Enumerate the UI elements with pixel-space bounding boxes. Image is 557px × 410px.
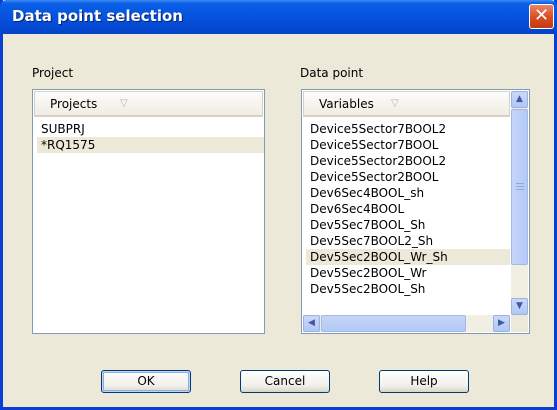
- datapoint-list-item[interactable]: Device5Sector7BOOL: [306, 137, 510, 153]
- variables-header-label: Variables: [319, 97, 374, 111]
- projects-column-header[interactable]: Projects ▽: [34, 91, 263, 117]
- chevron-down-icon[interactable]: ▼: [511, 298, 528, 315]
- help-button[interactable]: Help: [379, 370, 469, 393]
- variables-column-header[interactable]: Variables ▽: [303, 91, 510, 117]
- datapoint-list-item[interactable]: Dev6Sec4BOOL: [306, 201, 510, 217]
- horizontal-scrollbar-thumb[interactable]: [321, 315, 466, 332]
- chevron-up-icon[interactable]: ▲: [511, 91, 528, 108]
- datapoint-list-item[interactable]: Device5Sector2BOOL2: [306, 153, 510, 169]
- project-list[interactable]: Projects ▽ SUBPRJ *RQ1575: [32, 89, 265, 334]
- datapoint-list-item[interactable]: Dev6Sec4BOOL_sh: [306, 185, 510, 201]
- project-rows: SUBPRJ *RQ1575: [37, 121, 264, 153]
- project-label: Project: [32, 66, 74, 80]
- chevron-left-icon[interactable]: ◀: [303, 315, 320, 332]
- project-list-item[interactable]: *RQ1575: [37, 137, 264, 153]
- datapoint-list-item[interactable]: Dev5Sec2BOOL_Wr: [306, 265, 510, 281]
- sort-triangle-icon: ▽: [120, 98, 128, 109]
- datapoint-list-item[interactable]: Device5Sector7BOOL2: [306, 121, 510, 137]
- vertical-scrollbar[interactable]: ▲ ▼: [511, 91, 528, 315]
- ok-button[interactable]: OK: [101, 370, 191, 393]
- datapoint-list-item[interactable]: Dev5Sec7BOOL_Sh: [306, 217, 510, 233]
- scrollbar-corner: [511, 315, 528, 332]
- cancel-button[interactable]: Cancel: [240, 370, 330, 393]
- datapoint-list-item[interactable]: Dev5Sec2BOOL_Wr_Sh: [306, 249, 510, 265]
- horizontal-scrollbar[interactable]: ◀ ▶: [303, 315, 510, 332]
- datapoint-list-item[interactable]: Dev5Sec2BOOL_Sh: [306, 281, 510, 297]
- close-button[interactable]: ✕: [529, 4, 554, 29]
- datapoint-list-item[interactable]: Device5Sector2BOOL: [306, 169, 510, 185]
- title-bar[interactable]: Data point selection ✕: [0, 0, 557, 34]
- projects-header-label: Projects: [50, 97, 98, 111]
- datapoint-label: Data point: [300, 66, 364, 80]
- grip-line: [516, 186, 524, 187]
- datapoint-list-item[interactable]: Dev5Sec7BOOL2_Sh: [306, 233, 510, 249]
- chevron-right-icon[interactable]: ▶: [493, 315, 510, 332]
- grip-line: [516, 183, 524, 184]
- dialog-window: Data point selection ✕ Project Projects …: [0, 0, 557, 410]
- project-list-item[interactable]: SUBPRJ: [37, 121, 264, 137]
- sort-triangle-icon: ▽: [391, 98, 399, 109]
- scrollbar-thumb[interactable]: [511, 109, 528, 265]
- datapoint-list[interactable]: Variables ▽ Device5Sector7BOOL2 Device5Se…: [301, 89, 530, 334]
- datapoint-rows: Device5Sector7BOOL2 Device5Sector7BOOL Dev…: [306, 121, 510, 317]
- dialog-title: Data point selection: [12, 7, 183, 25]
- grip-line: [516, 189, 524, 190]
- close-icon: ✕: [533, 5, 550, 26]
